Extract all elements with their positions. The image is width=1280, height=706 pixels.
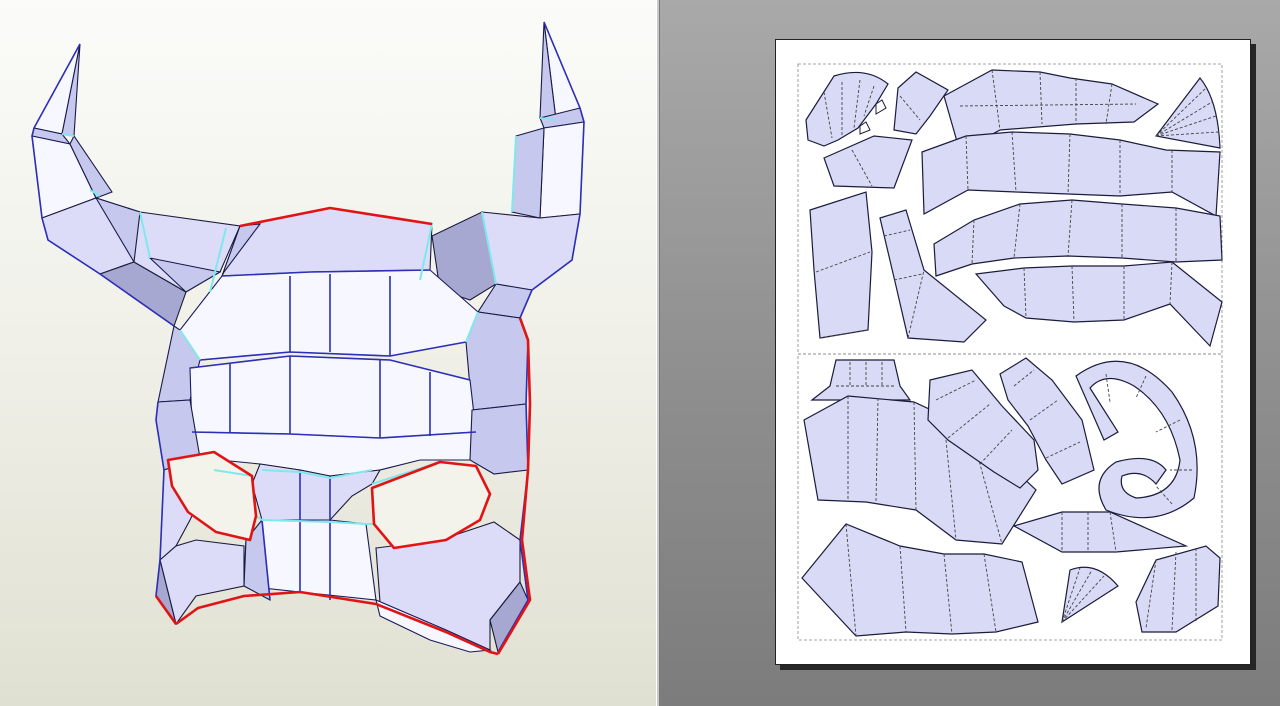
piece-horn-curl-top-left xyxy=(805,71,889,147)
piece-lower-band xyxy=(974,261,1223,348)
unfold-pattern xyxy=(797,63,1223,641)
piece-mid-band xyxy=(933,199,1223,277)
piece-fan-right-top xyxy=(1154,77,1221,149)
piece-fan-bottom xyxy=(1061,566,1119,624)
model-3d-viewport[interactable] xyxy=(0,0,656,706)
paper-sheet[interactable] xyxy=(775,39,1251,665)
piece-small-crown xyxy=(810,359,912,401)
right-horn[interactable] xyxy=(431,21,585,319)
piece-cheek-left xyxy=(809,191,873,339)
piece-diamond-strip xyxy=(1012,511,1189,553)
horned-mask-model[interactable] xyxy=(0,0,656,706)
piece-spiral-horn xyxy=(1075,360,1198,519)
unfold-2d-viewport[interactable] xyxy=(660,0,1280,706)
piece-small-curl-bottom-right xyxy=(1135,545,1221,633)
left-horn[interactable] xyxy=(31,43,241,327)
